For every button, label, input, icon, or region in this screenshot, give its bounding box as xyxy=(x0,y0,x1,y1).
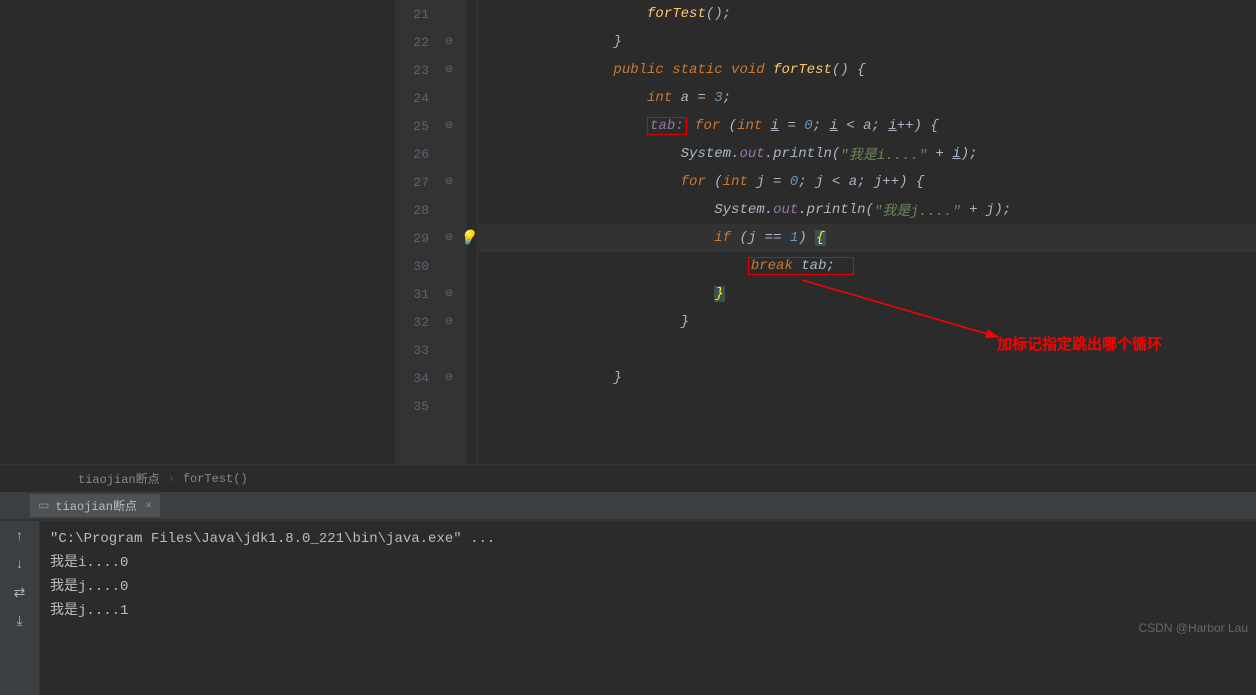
gutter-row[interactable]: 35 xyxy=(395,392,467,420)
line-number: 34 xyxy=(395,371,435,386)
watermark: CSDN @Harbor Lau xyxy=(1138,621,1248,635)
breadcrumb: tiaojian断点 › forTest() xyxy=(0,464,1256,492)
line-number: 26 xyxy=(395,147,435,162)
soft-wrap-icon[interactable]: ⇄ xyxy=(14,585,26,602)
export-icon[interactable]: ⤓ xyxy=(16,614,22,630)
line-number: 33 xyxy=(395,343,435,358)
close-icon[interactable]: × xyxy=(145,499,152,513)
line-number: 29 xyxy=(395,231,435,246)
code-line[interactable]: for (int j = 0; j < a; j++) { xyxy=(479,168,1256,196)
code-line[interactable]: System.out.println("我是i...." + i); xyxy=(479,140,1256,168)
code-line[interactable]: } xyxy=(479,364,1256,392)
gutter-row[interactable]: 27⊖ xyxy=(395,168,467,196)
annotation-text: 加标记指定跳出哪个循环 xyxy=(997,333,1162,354)
line-number: 22 xyxy=(395,35,435,50)
run-tab[interactable]: ▭ tiaojian断点 × xyxy=(30,494,160,517)
gutter-row[interactable]: 28 xyxy=(395,196,467,224)
line-number: 35 xyxy=(395,399,435,414)
gutter-row[interactable]: 32⊖ xyxy=(395,308,467,336)
code-line[interactable] xyxy=(479,392,1256,420)
fold-toggle[interactable]: ⊖ xyxy=(435,288,463,300)
line-number: 24 xyxy=(395,91,435,106)
intention-bulb-icon[interactable]: 💡 xyxy=(459,230,476,247)
code-line[interactable]: tab: for (int i = 0; i < a; i++) { xyxy=(479,112,1256,140)
breadcrumb-item[interactable]: forTest() xyxy=(183,472,248,486)
console-line: "C:\Program Files\Java\jdk1.8.0_221\bin\… xyxy=(50,527,1246,551)
gutter-row[interactable]: 25⊖ xyxy=(395,112,467,140)
line-number: 25 xyxy=(395,119,435,134)
fold-toggle[interactable]: ⊖ xyxy=(435,176,463,188)
line-number: 32 xyxy=(395,315,435,330)
code-line[interactable]: 💡 if (j == 1) { xyxy=(479,224,1256,252)
annotation-highlight-box: break tab; xyxy=(748,257,854,275)
gutter-row[interactable]: 21 xyxy=(395,0,467,28)
fold-toggle[interactable]: ⊖ xyxy=(435,372,463,384)
gutter-row[interactable]: 30 xyxy=(395,252,467,280)
gutter-row[interactable]: 22⊖ xyxy=(395,28,467,56)
scroll-up-icon[interactable]: ↑ xyxy=(15,529,23,545)
code-line[interactable]: } xyxy=(479,280,1256,308)
console-line: 我是j....0 xyxy=(50,575,1246,599)
code-line[interactable]: } xyxy=(479,308,1256,336)
fold-toggle[interactable]: ⊖ xyxy=(435,316,463,328)
run-toolbar: ↑ ↓ ⇄ ⤓ xyxy=(0,521,40,695)
line-number: 21 xyxy=(395,7,435,22)
line-number: 28 xyxy=(395,203,435,218)
fold-toggle[interactable]: ⊖ xyxy=(435,36,463,48)
gutter: 2122⊖23⊖2425⊖2627⊖2829⊖3031⊖32⊖3334⊖35 xyxy=(395,0,467,464)
console-output[interactable]: "C:\Program Files\Java\jdk1.8.0_221\bin\… xyxy=(40,521,1256,695)
run-panel: ↑ ↓ ⇄ ⤓ "C:\Program Files\Java\jdk1.8.0_… xyxy=(0,520,1256,695)
scroll-down-icon[interactable]: ↓ xyxy=(15,557,23,573)
code-line[interactable]: forTest(); xyxy=(479,0,1256,28)
editor-area: 2122⊖23⊖2425⊖2627⊖2829⊖3031⊖32⊖3334⊖35 f… xyxy=(0,0,1256,464)
line-number: 27 xyxy=(395,175,435,190)
code-line[interactable]: public static void forTest() { xyxy=(479,56,1256,84)
gutter-row[interactable]: 29⊖ xyxy=(395,224,467,252)
gutter-row[interactable]: 31⊖ xyxy=(395,280,467,308)
console-line: 我是i....0 xyxy=(50,551,1246,575)
code-line[interactable]: int a = 3; xyxy=(479,84,1256,112)
gutter-row[interactable]: 26 xyxy=(395,140,467,168)
annotation-highlight-box: tab: xyxy=(647,117,687,135)
gutter-row[interactable]: 34⊖ xyxy=(395,364,467,392)
editor-left-margin xyxy=(0,0,395,464)
run-tab-bar: ▭ tiaojian断点 × xyxy=(0,492,1256,520)
line-number: 31 xyxy=(395,287,435,302)
fold-toggle[interactable]: ⊖ xyxy=(435,64,463,76)
code-column[interactable]: forTest(); } public static void forTest(… xyxy=(467,0,1256,464)
run-config-icon: ▭ xyxy=(38,498,49,513)
run-tab-label: tiaojian断点 xyxy=(55,497,137,514)
breadcrumb-separator: › xyxy=(168,472,175,486)
line-number: 23 xyxy=(395,63,435,78)
fold-toggle[interactable]: ⊖ xyxy=(435,120,463,132)
code-line[interactable]: System.out.println("我是j...." + j); xyxy=(479,196,1256,224)
line-number: 30 xyxy=(395,259,435,274)
console-line: 我是j....1 xyxy=(50,599,1246,623)
gutter-row[interactable]: 33 xyxy=(395,336,467,364)
code-line[interactable]: } xyxy=(479,28,1256,56)
gutter-row[interactable]: 24 xyxy=(395,84,467,112)
code-line[interactable]: break tab; xyxy=(479,252,1256,280)
breadcrumb-item[interactable]: tiaojian断点 xyxy=(78,470,160,487)
gutter-row[interactable]: 23⊖ xyxy=(395,56,467,84)
